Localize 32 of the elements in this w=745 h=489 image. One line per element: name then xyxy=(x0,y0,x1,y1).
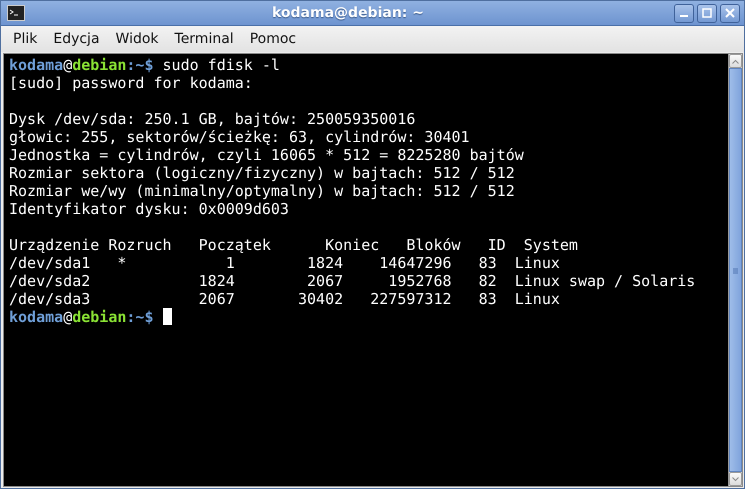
output-line: Urządzenie Rozruch Początek Koniec Bloków ID System xyxy=(9,236,579,254)
close-icon xyxy=(725,8,735,18)
output-line: Identyfikator dysku: 0x0009d603 xyxy=(9,200,290,218)
scroll-down-button[interactable] xyxy=(729,472,742,486)
terminal-icon xyxy=(7,5,25,21)
scroll-up-button[interactable] xyxy=(729,54,742,68)
minimize-icon xyxy=(680,15,688,17)
prompt-line: kodama@debian:~$ sudo fdisk -l xyxy=(9,56,281,74)
window-title: kodama@debian: ~ xyxy=(270,5,425,21)
maximize-icon xyxy=(702,8,712,18)
output-line: /dev/sda2 1824 2067 1952768 82 Linux swap / Solaris xyxy=(9,272,696,290)
output-line: Jednostka = cylindrów, czyli 16065 * 512 = 8225280 bajtów xyxy=(9,146,525,164)
grip-icon xyxy=(732,266,739,274)
menu-item[interactable]: Terminal xyxy=(166,31,242,47)
output-line: /dev/sda1 * 1 1824 14647296 83 Linux xyxy=(9,254,561,272)
output-line: Rozmiar we/wy (minimalny/optymalny) w bajtach: 512 / 512 xyxy=(9,182,516,200)
menu-item[interactable]: Pomoc xyxy=(242,31,304,47)
close-button[interactable] xyxy=(720,4,740,22)
maximize-button[interactable] xyxy=(697,4,717,22)
menu-item[interactable]: Plik xyxy=(5,31,46,47)
menu-item[interactable]: Widok xyxy=(108,31,167,47)
terminal-screen[interactable] xyxy=(4,54,728,486)
minimize-button[interactable] xyxy=(674,4,694,22)
output-line: głowic: 255, sektorów/ścieżkę: 63, cylindrów: 30401 xyxy=(9,128,471,146)
output-line: [sudo] password for kodama: xyxy=(9,74,254,92)
output-line: Rozmiar sektora (logiczny/fizyczny) w bajtach: 512 / 512 xyxy=(9,164,516,182)
menu-item[interactable]: Edycja xyxy=(45,31,108,47)
output-line: /dev/sda3 2067 30402 227597312 83 Linux xyxy=(9,290,561,308)
prompt-line: kodama@debian:~$ xyxy=(9,308,728,326)
output-line: Dysk /dev/sda: 250.1 GB, bajtów: 250059350016 xyxy=(9,110,416,128)
chevron-down-icon xyxy=(732,476,739,482)
chevron-up-icon xyxy=(732,58,739,64)
